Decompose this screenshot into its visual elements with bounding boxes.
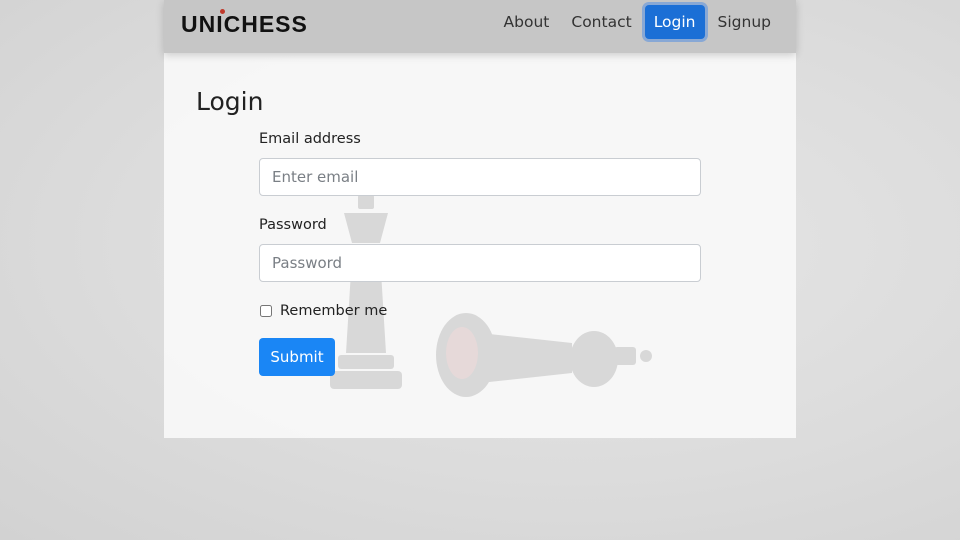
page-title: Login (196, 87, 264, 116)
remember-me-label[interactable]: Remember me (280, 303, 387, 319)
remember-me-row: Remember me (260, 303, 387, 319)
page-container: UNI CHESS About Contact Login Signup Log… (164, 0, 796, 438)
submit-button[interactable]: Submit (259, 338, 335, 376)
password-label: Password (259, 217, 327, 233)
brand-logo[interactable]: UNI CHESS (181, 9, 308, 38)
nav-login[interactable]: Login (644, 5, 705, 39)
remember-me-checkbox[interactable] (260, 305, 272, 317)
nav-links: About Contact Login Signup (495, 5, 780, 39)
brand-text-start: UN (181, 11, 217, 37)
email-label: Email address (259, 131, 361, 147)
password-input[interactable] (259, 244, 701, 282)
nav-signup[interactable]: Signup (709, 5, 780, 39)
brand-text-end: CHESS (223, 11, 308, 37)
email-input[interactable] (259, 158, 701, 196)
navbar: UNI CHESS About Contact Login Signup (164, 0, 796, 53)
brand-letter-i-text: I (216, 11, 224, 37)
login-panel: Login Email address Password Remember me… (164, 53, 796, 438)
brand-letter-i: I (216, 9, 226, 38)
nav-contact[interactable]: Contact (562, 5, 640, 39)
nav-about[interactable]: About (495, 5, 559, 39)
